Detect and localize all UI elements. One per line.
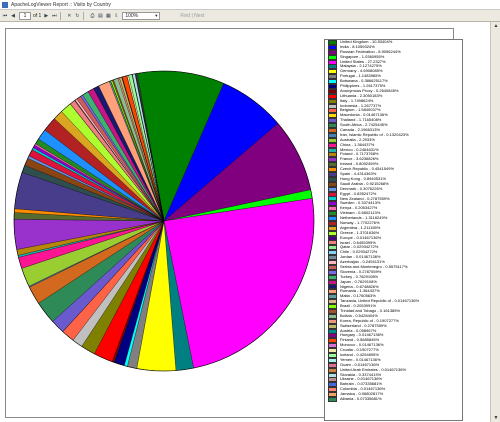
find-next-link[interactable]: Find | Next: [180, 13, 204, 19]
app-icon: [2, 1, 8, 8]
stop-icon[interactable]: ✕: [66, 13, 72, 19]
report-content: United Kingdom - 10.53404% India - 8.1059…: [0, 22, 490, 422]
print-layout-icon[interactable]: ▤: [97, 13, 103, 19]
legend-label: Albania - 0.07335681%: [340, 396, 382, 402]
toolbar-separator: [60, 11, 62, 20]
vertical-scrollbar[interactable]: ▲ ▼: [490, 22, 500, 422]
chart-frame: United Kingdom - 10.53404% India - 8.1059…: [5, 28, 463, 421]
legend-item: Albania - 0.07335681%: [325, 396, 462, 402]
page-number-input[interactable]: 1: [19, 11, 31, 20]
zoom-select[interactable]: 100% ▼: [122, 11, 161, 20]
page-count-label: of 1: [33, 12, 42, 19]
chart-legend: United Kingdom - 10.53404% India - 8.1059…: [324, 39, 463, 421]
toolbar-separator: [83, 11, 85, 20]
report-toolbar: ⏮ ◀ 1 of 1 ▶ ⏭ ✕ ↻ ⎙ ▤ ▦ ⇩ 100% ▼ Find |…: [0, 10, 500, 22]
chevron-down-icon: ▼: [154, 12, 159, 18]
first-page-icon[interactable]: ⏮: [2, 13, 8, 19]
print-icon[interactable]: ⎙: [89, 13, 95, 19]
scroll-down-icon[interactable]: ▼: [493, 415, 499, 421]
pie-chart: [13, 70, 315, 372]
previous-page-icon[interactable]: ◀: [10, 13, 16, 19]
next-page-icon[interactable]: ▶: [43, 13, 49, 19]
legend-swatch: [328, 396, 337, 402]
export-icon[interactable]: ⇩: [113, 13, 119, 19]
page-setup-icon[interactable]: ▦: [105, 13, 111, 19]
last-page-icon[interactable]: ⏭: [51, 13, 57, 19]
refresh-icon[interactable]: ↻: [74, 13, 80, 19]
zoom-value: 100%: [125, 12, 139, 19]
window-title: ApacheLogViewer Report :: Visits by Coun…: [11, 1, 111, 8]
scroll-up-icon[interactable]: ▲: [493, 23, 499, 29]
title-bar: ApacheLogViewer Report :: Visits by Coun…: [0, 0, 500, 10]
